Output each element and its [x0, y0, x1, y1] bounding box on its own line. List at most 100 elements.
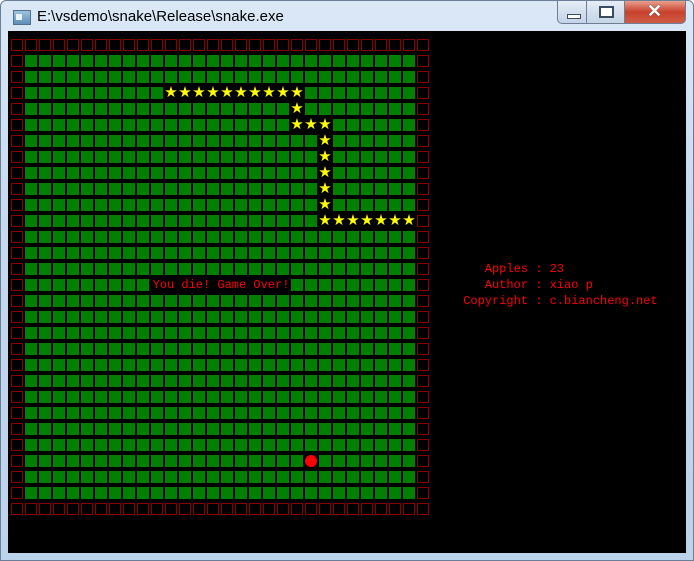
- grass-cell: [193, 423, 205, 435]
- grass-cell: [165, 183, 177, 195]
- grass-cell: [235, 263, 247, 275]
- wall-cell: [403, 503, 415, 515]
- grass-cell: [179, 295, 191, 307]
- grass-cell: [123, 263, 135, 275]
- grass-cell: [165, 103, 177, 115]
- grass-cell: [249, 487, 261, 499]
- grass-cell: [235, 487, 247, 499]
- grass-cell: [249, 55, 261, 67]
- grass-cell: [361, 279, 373, 291]
- grass-cell: [193, 263, 205, 275]
- grass-cell: [207, 375, 219, 387]
- grass-cell: [319, 87, 331, 99]
- wall-cell: [347, 39, 359, 51]
- grass-cell: [67, 343, 79, 355]
- grass-cell: [291, 183, 303, 195]
- grass-cell: [221, 263, 233, 275]
- grass-cell: [151, 119, 163, 131]
- wall-cell: [319, 503, 331, 515]
- wall-cell: [417, 151, 429, 163]
- grass-cell: [389, 247, 401, 259]
- grass-cell: [165, 375, 177, 387]
- snake-segment-star-icon: ★: [262, 84, 276, 101]
- grass-cell: [403, 119, 415, 131]
- grass-cell: [305, 295, 317, 307]
- grass-cell: [277, 439, 289, 451]
- console-app-icon[interactable]: [13, 10, 31, 25]
- grass-cell: [165, 71, 177, 83]
- grass-cell: [109, 263, 121, 275]
- grass-cell: [221, 183, 233, 195]
- grass-cell: [123, 135, 135, 147]
- grass-cell: [39, 263, 51, 275]
- grass-cell: [25, 343, 37, 355]
- wall-cell: [179, 503, 191, 515]
- grass-cell: [137, 343, 149, 355]
- grass-cell: [221, 55, 233, 67]
- grass-cell: [221, 103, 233, 115]
- grass-cell: [333, 167, 345, 179]
- grass-cell: [403, 279, 415, 291]
- grass-cell: [39, 455, 51, 467]
- grass-cell: [39, 103, 51, 115]
- snake-segment-star-icon: ★: [304, 116, 318, 133]
- grass-cell: [25, 391, 37, 403]
- grass-cell: [25, 103, 37, 115]
- grass-cell: [165, 439, 177, 451]
- grass-cell: [277, 487, 289, 499]
- grass-cell: [81, 391, 93, 403]
- grass-cell: [347, 135, 359, 147]
- grass-cell: [249, 263, 261, 275]
- grass-cell: [109, 439, 121, 451]
- wall-cell: [417, 183, 429, 195]
- grass-cell: [165, 215, 177, 227]
- grass-cell: [67, 103, 79, 115]
- grass-cell: [361, 167, 373, 179]
- grass-cell: [249, 199, 261, 211]
- grass-cell: [123, 119, 135, 131]
- grass-cell: [277, 231, 289, 243]
- grass-cell: [123, 423, 135, 435]
- grass-cell: [109, 391, 121, 403]
- grass-cell: [389, 183, 401, 195]
- close-button[interactable]: ✕: [624, 1, 686, 24]
- grass-cell: [333, 407, 345, 419]
- grass-cell: [193, 183, 205, 195]
- grass-cell: [263, 151, 275, 163]
- grass-cell: [403, 487, 415, 499]
- wall-cell: [417, 103, 429, 115]
- grass-cell: [375, 279, 387, 291]
- grass-cell: [277, 295, 289, 307]
- grass-cell: [39, 327, 51, 339]
- grass-cell: [193, 439, 205, 451]
- grass-cell: [95, 455, 107, 467]
- grass-cell: [165, 455, 177, 467]
- grass-cell: [67, 215, 79, 227]
- grass-cell: [305, 135, 317, 147]
- grass-cell: [207, 391, 219, 403]
- grass-cell: [291, 423, 303, 435]
- grass-cell: [249, 439, 261, 451]
- grass-cell: [137, 423, 149, 435]
- grass-cell: [221, 391, 233, 403]
- grass-cell: [123, 311, 135, 323]
- grass-cell: [347, 151, 359, 163]
- grass-cell: [165, 423, 177, 435]
- grass-cell: [333, 103, 345, 115]
- minimize-button[interactable]: [557, 1, 588, 24]
- grass-cell: [235, 375, 247, 387]
- grass-cell: [39, 359, 51, 371]
- snake-segment-star-icon: ★: [346, 212, 360, 229]
- grass-cell: [123, 55, 135, 67]
- grass-cell: [375, 71, 387, 83]
- grass-cell: [53, 455, 65, 467]
- grass-cell: [333, 263, 345, 275]
- grass-cell: [25, 231, 37, 243]
- grass-cell: [263, 375, 275, 387]
- grass-cell: [53, 407, 65, 419]
- maximize-button[interactable]: [586, 1, 626, 24]
- wall-cell: [67, 39, 79, 51]
- grass-cell: [291, 71, 303, 83]
- grass-cell: [53, 327, 65, 339]
- grass-cell: [333, 311, 345, 323]
